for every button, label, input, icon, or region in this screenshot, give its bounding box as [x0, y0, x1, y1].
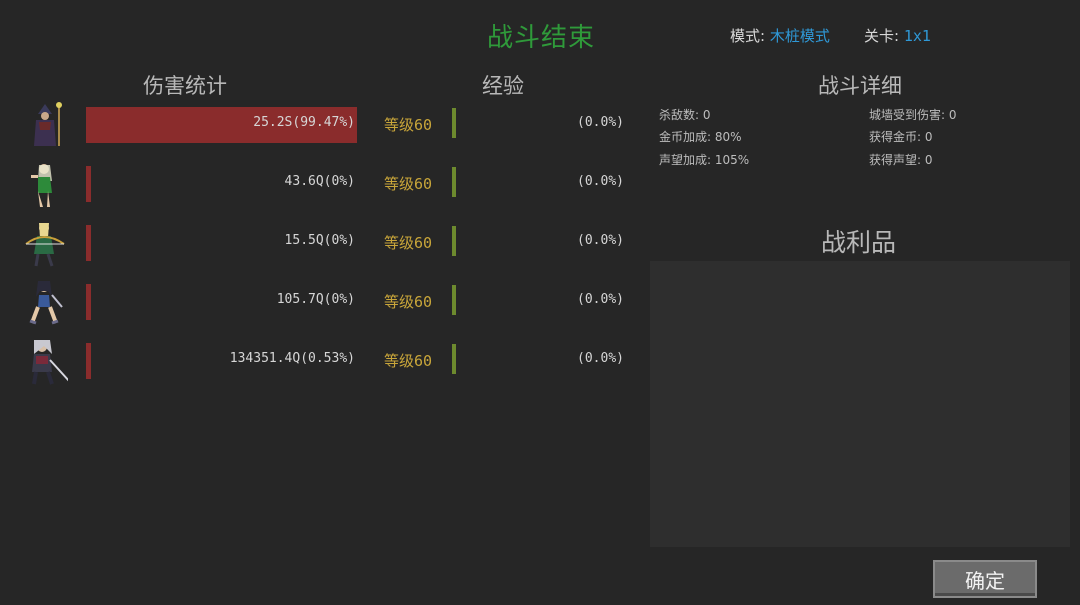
stage-label: 关卡: [864, 27, 900, 45]
hero-row: 25.2S(99.47%) 等级60 (0.0%) [0, 100, 640, 150]
stage-info: 关卡: 1x1 [864, 25, 931, 46]
hero-row: 43.6Q(0%) 等级60 (0.0%) [0, 159, 640, 209]
warrior-woman-avatar-icon [22, 277, 68, 327]
swordsman-avatar-icon [22, 336, 71, 386]
exp-value: (0.0%) [577, 233, 624, 248]
wall-damage-stat: 城墙受到伤害: 0 [869, 108, 957, 122]
elf-avatar-icon [22, 159, 68, 209]
fame-bonus-stat: 声望加成: 105% [659, 153, 750, 167]
damage-value: 134351.4Q(0.53%) [229, 351, 355, 366]
battle-end-title: 战斗结束 [487, 23, 596, 53]
damage-stats-heading: 伤害统计 [143, 74, 227, 98]
confirm-button[interactable]: 确定 [933, 560, 1037, 598]
stage-value: 1x1 [903, 27, 931, 45]
loot-panel [650, 261, 1070, 547]
exp-bar [452, 285, 456, 315]
exp-bar [452, 226, 456, 256]
level-label: 等级60 [384, 352, 433, 370]
exp-value: (0.0%) [577, 292, 624, 307]
level-label: 等级60 [384, 116, 433, 134]
damage-bar [86, 166, 91, 202]
damage-bar [86, 284, 91, 320]
exp-bar [452, 344, 456, 374]
mode-info: 模式: 木桩模式 [730, 25, 830, 46]
hero-row: 134351.4Q(0.53%) 等级60 (0.0%) [0, 336, 640, 386]
level-label: 等级60 [384, 175, 433, 193]
exp-bar [452, 167, 456, 197]
mode-label: 模式: [730, 27, 766, 45]
gold-bonus-stat: 金币加成: 80% [659, 130, 742, 144]
damage-bar [86, 225, 91, 261]
damage-value: 105.7Q(0%) [276, 292, 355, 307]
fame-gain-stat: 获得声望: 0 [869, 153, 933, 167]
hero-row: 105.7Q(0%) 等级60 (0.0%) [0, 277, 640, 327]
exp-bar [452, 108, 456, 138]
battle-detail-heading: 战斗详细 [818, 74, 902, 98]
damage-value: 15.5Q(0%) [284, 233, 355, 248]
loot-heading: 战利品 [821, 228, 897, 257]
mode-value: 木桩模式 [769, 27, 830, 45]
damage-value: 43.6Q(0%) [284, 174, 355, 189]
damage-bar [86, 343, 91, 379]
exp-value: (0.0%) [577, 174, 624, 189]
kills-stat: 杀敌数: 0 [659, 108, 711, 122]
level-label: 等级60 [384, 234, 433, 252]
damage-value: 25.2S(99.47%) [253, 115, 355, 130]
level-label: 等级60 [384, 293, 433, 311]
exp-value: (0.0%) [577, 351, 624, 366]
sorcerer-avatar-icon [22, 100, 68, 150]
archer-avatar-icon [22, 218, 68, 268]
hero-row: 15.5Q(0%) 等级60 (0.0%) [0, 218, 640, 268]
exp-heading: 经验 [482, 74, 524, 98]
exp-value: (0.0%) [577, 115, 624, 130]
gold-gain-stat: 获得金币: 0 [869, 130, 933, 144]
